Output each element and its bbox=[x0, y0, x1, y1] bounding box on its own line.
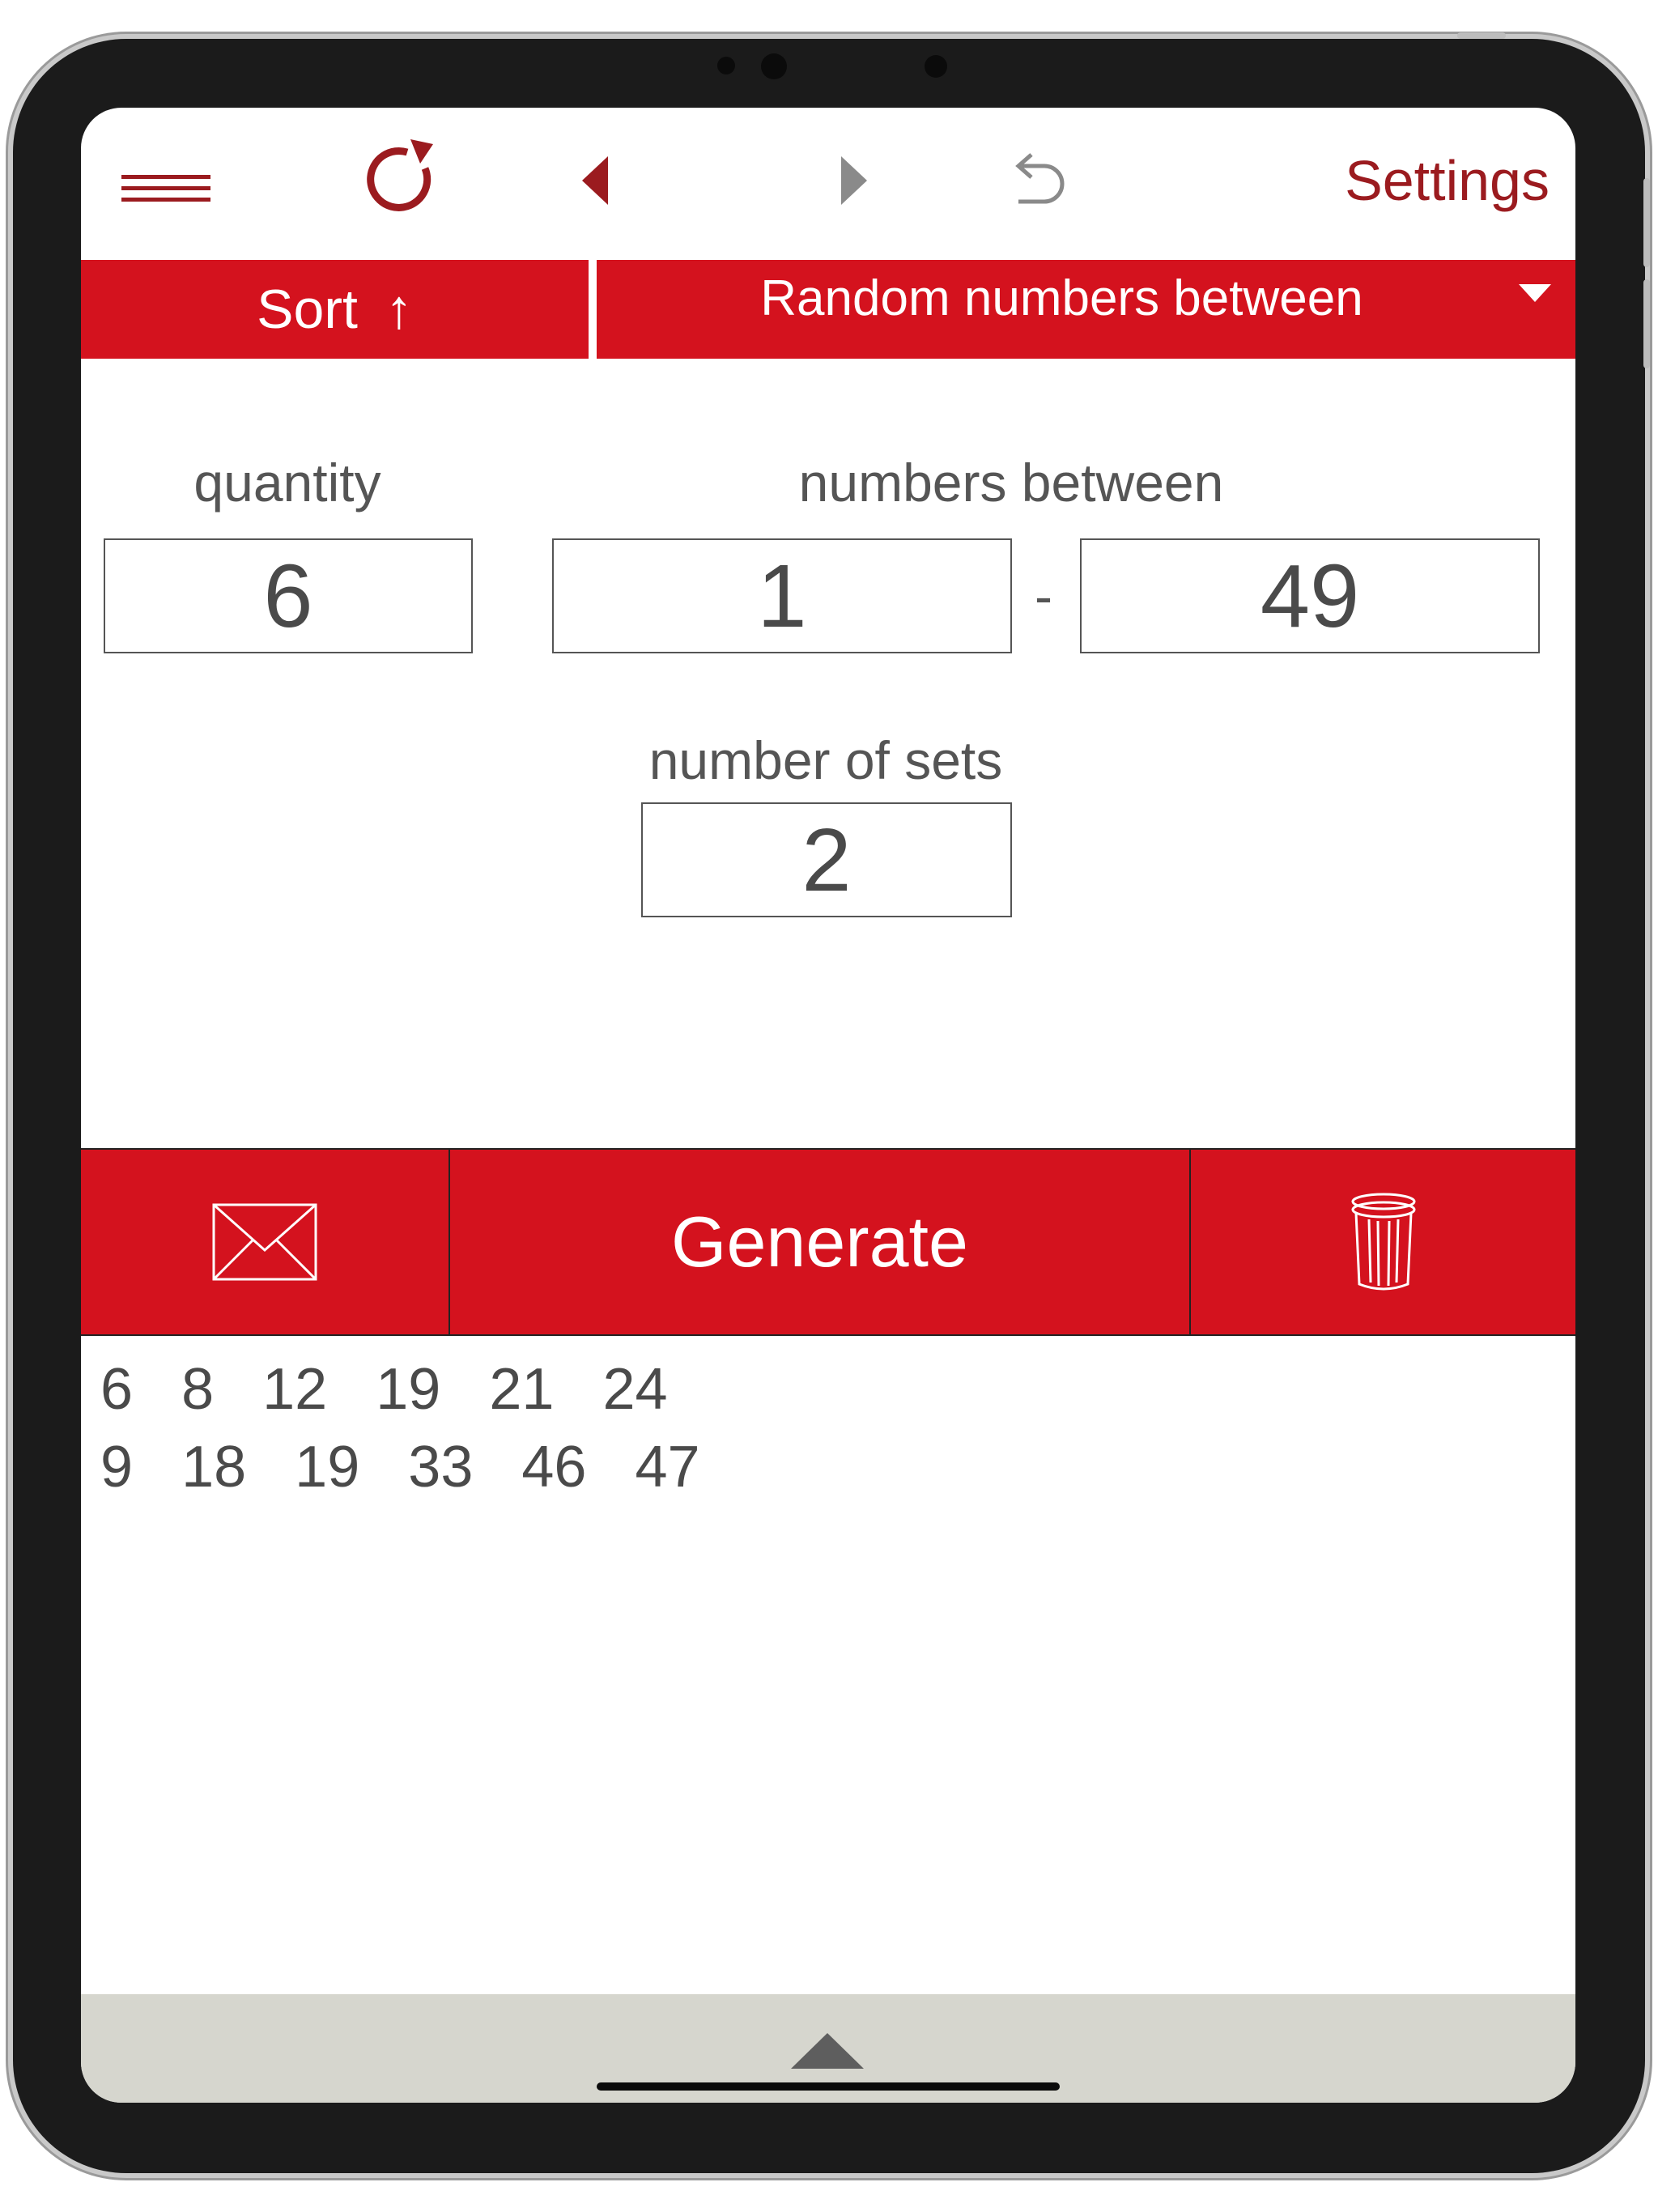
result-number: 18 bbox=[181, 1435, 247, 1499]
forward-triangle-icon bbox=[841, 156, 867, 205]
range-max-field[interactable]: 49 bbox=[1080, 538, 1540, 653]
action-bar: Generate bbox=[81, 1148, 1575, 1336]
trash-button[interactable] bbox=[1191, 1150, 1575, 1334]
result-number: 19 bbox=[376, 1357, 441, 1422]
chevron-up-icon bbox=[791, 2033, 864, 2069]
home-indicator[interactable] bbox=[597, 2082, 1060, 2091]
quantity-label: quantity bbox=[193, 453, 381, 513]
chevron-down-icon bbox=[1519, 284, 1551, 302]
mode-dropdown[interactable]: Random numbers between bbox=[597, 260, 1575, 359]
sort-label: Sort bbox=[257, 279, 358, 340]
refresh-icon bbox=[367, 139, 433, 211]
volume-up-button bbox=[1643, 178, 1650, 267]
range-min-field[interactable]: 1 bbox=[552, 538, 1012, 653]
back-triangle-icon bbox=[582, 156, 608, 205]
result-number: 19 bbox=[295, 1435, 360, 1499]
generate-button[interactable]: Generate bbox=[450, 1150, 1191, 1334]
forward-button[interactable] bbox=[822, 140, 886, 221]
result-set: 9 18 19 33 46 47 bbox=[100, 1428, 733, 1506]
result-set: 6 8 12 19 21 24 bbox=[100, 1351, 733, 1428]
refresh-button[interactable] bbox=[356, 132, 445, 221]
volume-down-button bbox=[1643, 279, 1650, 368]
sets-field[interactable]: 2 bbox=[641, 802, 1012, 917]
controls-bar: Sort ↑ Random numbers between bbox=[81, 260, 1575, 359]
power-button bbox=[1457, 32, 1506, 39]
sort-button[interactable]: Sort ↑ bbox=[81, 260, 589, 359]
range-separator: - bbox=[1035, 566, 1052, 626]
back-button[interactable] bbox=[563, 140, 627, 221]
result-number: 33 bbox=[408, 1435, 474, 1499]
undo-icon bbox=[1015, 153, 1065, 204]
top-toolbar: Settings bbox=[81, 108, 1575, 257]
sets-label: number of sets bbox=[648, 730, 1003, 790]
result-number: 12 bbox=[262, 1357, 328, 1422]
hamburger-icon bbox=[121, 175, 210, 202]
result-number: 21 bbox=[489, 1357, 555, 1422]
camera-sensor bbox=[925, 55, 947, 78]
result-number: 8 bbox=[181, 1357, 215, 1422]
trash-icon bbox=[1351, 1193, 1415, 1291]
result-number: 9 bbox=[100, 1435, 134, 1499]
camera-lens bbox=[761, 53, 787, 79]
settings-button[interactable]: Settings bbox=[1345, 140, 1550, 221]
result-number: 47 bbox=[635, 1435, 700, 1499]
envelope-icon bbox=[212, 1203, 317, 1281]
sort-arrow-icon: ↑ bbox=[385, 279, 413, 340]
result-number: 46 bbox=[521, 1435, 587, 1499]
email-button[interactable] bbox=[81, 1150, 450, 1334]
results-list: 6 8 12 19 21 24 9 18 19 33 46 47 bbox=[100, 1351, 733, 1506]
quantity-field[interactable]: 6 bbox=[104, 538, 473, 653]
mode-label: Random numbers between bbox=[760, 270, 1363, 326]
result-number: 6 bbox=[100, 1357, 134, 1422]
menu-button[interactable] bbox=[121, 156, 210, 221]
camera-sensor bbox=[717, 57, 735, 74]
result-number: 24 bbox=[602, 1357, 668, 1422]
undo-button[interactable] bbox=[996, 140, 1077, 221]
range-label: numbers between bbox=[798, 453, 1224, 513]
app-screen: Settings Sort ↑ Random numbers between q… bbox=[81, 108, 1575, 2103]
